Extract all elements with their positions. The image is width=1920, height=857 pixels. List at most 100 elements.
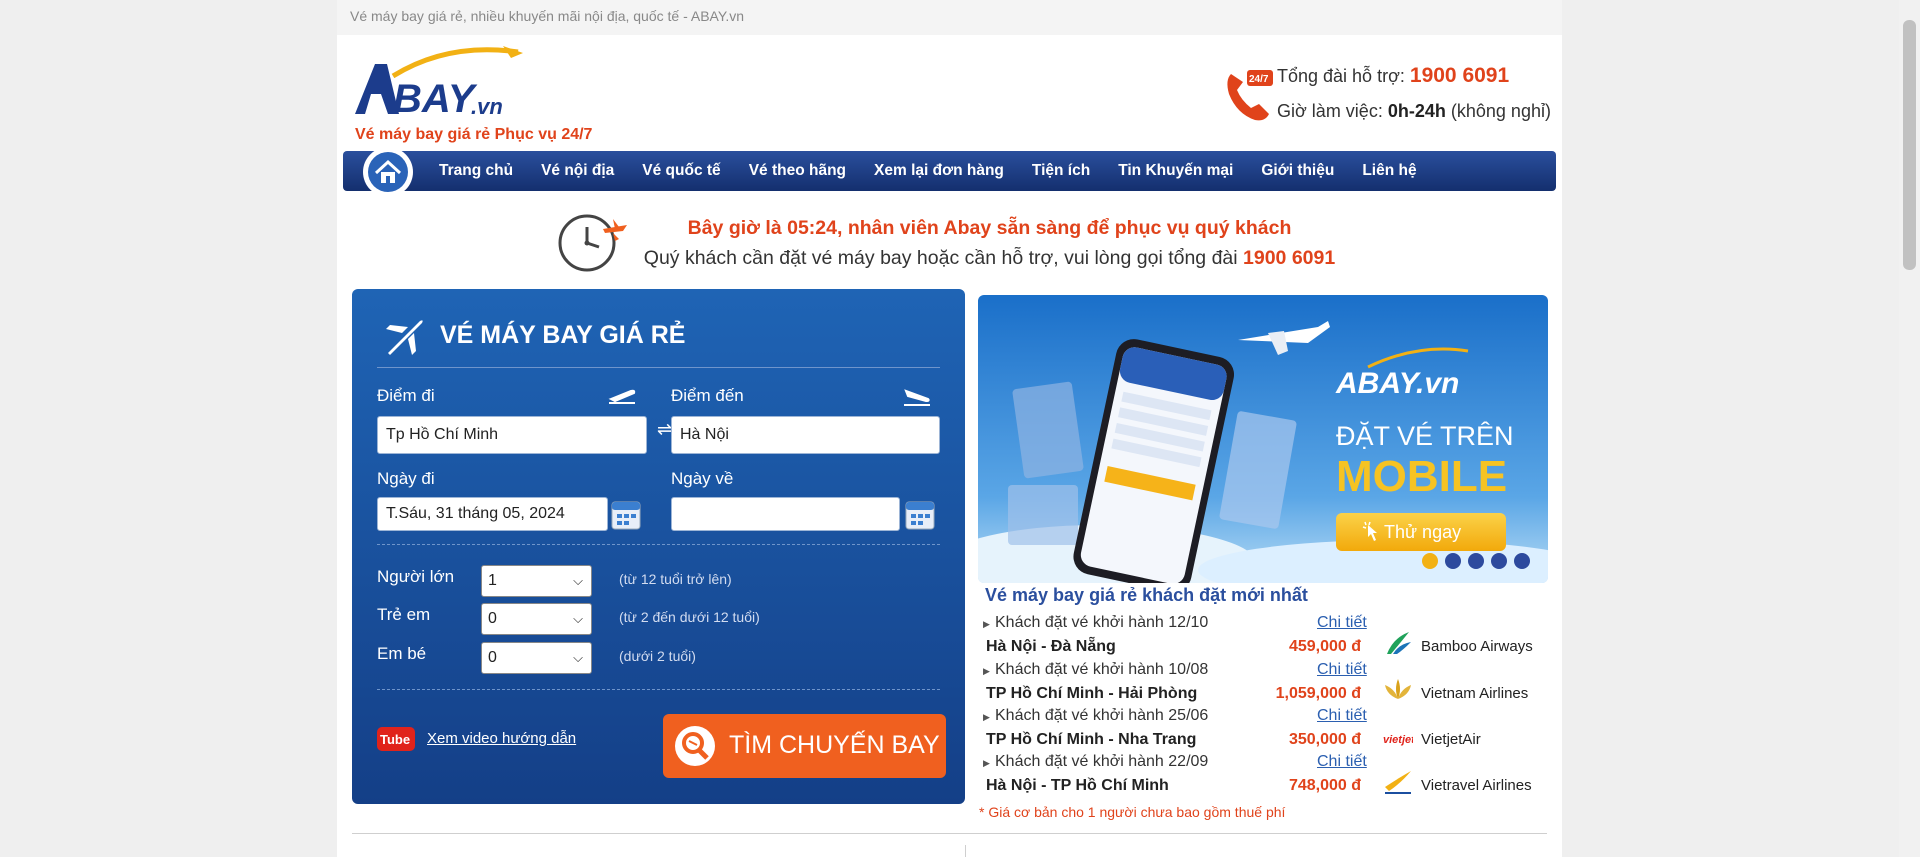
depart-date-input[interactable]: T.Sáu, 31 tháng 05, 2024 (377, 497, 608, 531)
search-icon (675, 726, 715, 766)
search-flights-button[interactable]: TÌM CHUYẾN BAY (663, 714, 946, 778)
infants-select[interactable]: 0 ⌵ (481, 642, 592, 674)
search-flights-label: TÌM CHUYẾN BAY (729, 731, 940, 759)
calendar-icon[interactable] (611, 498, 641, 530)
route[interactable]: TP Hồ Chí Minh - Nha Trang (986, 731, 1196, 749)
list-item: ▶ Khách đặt vé khởi hành 22/09 Chi tiết … (983, 753, 1562, 799)
children-label: Trẻ em (377, 605, 431, 624)
hotline-label: Tổng đài hỗ trợ: (1277, 66, 1405, 86)
hours-label: Giờ làm việc: (1277, 101, 1383, 121)
list-item: ▶ Khách đặt vé khởi hành 10/08 Chi tiết … (983, 661, 1562, 707)
vietravel-logo-icon (1385, 771, 1411, 794)
route[interactable]: Hà Nội - Đà Nẵng (986, 638, 1116, 656)
swap-icon[interactable]: ⇌ (657, 419, 672, 440)
airline-name: Vietravel Airlines (1421, 777, 1532, 794)
vietjet-logo-text: vietjet (1383, 734, 1413, 746)
landing-icon (904, 389, 930, 406)
detail-link[interactable]: Chi tiết (1317, 753, 1367, 771)
banner-brand: ABAY.vn (1336, 367, 1460, 400)
from-label: Điểm đi (377, 386, 435, 405)
children-select[interactable]: 0 ⌵ (481, 603, 592, 635)
page: Vé máy bay giá rẻ, nhiều khuyến mãi nội … (337, 0, 1562, 857)
video-guide-link[interactable]: Xem video hướng dẫn (427, 730, 576, 747)
abay-logo[interactable]: BAY .vn (353, 46, 528, 124)
hotline-badge: 24/7 (1249, 74, 1269, 85)
divider (377, 544, 940, 545)
to-label: Điểm đến (671, 386, 744, 405)
divider (377, 689, 940, 690)
top-bar: Vé máy bay giá rẻ, nhiều khuyến mãi nội … (337, 0, 1562, 35)
vietjet-logo-icon: vietjet (1383, 734, 1413, 746)
hotline[interactable]: Tổng đài hỗ trợ: 1900 6091 (1277, 64, 1509, 88)
nav-item-by-airline[interactable]: Vé theo hãng (749, 162, 846, 180)
divider (352, 833, 1547, 834)
nav-item-utilities[interactable]: Tiện ích (1032, 162, 1090, 180)
nav-item-promotions[interactable]: Tin Khuyến mại (1118, 162, 1233, 180)
infants-note: (dưới 2 tuổi) (619, 648, 696, 664)
hours-note: (không nghỉ) (1450, 101, 1551, 121)
list-item: ▶ Khách đặt vé khởi hành 12/10 Chi tiết … (983, 614, 1562, 660)
price: 1,059,000 đ (1275, 685, 1361, 702)
return-date-input[interactable] (671, 497, 900, 531)
slider-dot[interactable] (1491, 553, 1507, 569)
nav-item-contact[interactable]: Liên hệ (1362, 162, 1416, 180)
price: 350,000 đ (1288, 731, 1361, 748)
depart-date-label: Ngày đi (377, 469, 435, 488)
slider-dot[interactable] (1422, 553, 1438, 569)
bullet-icon: ▶ (983, 758, 990, 768)
home-button[interactable] (363, 147, 413, 197)
from-input[interactable]: Tp Hồ Chí Minh (377, 416, 647, 454)
svg-text:.vn: .vn (471, 94, 503, 119)
slider-dot[interactable] (1468, 553, 1484, 569)
nav-item-about[interactable]: Giới thiệu (1261, 162, 1334, 180)
chevron-down-icon: ⌵ (573, 573, 583, 588)
detail-link[interactable]: Chi tiết (1317, 661, 1367, 679)
divider (965, 845, 966, 857)
flight-search-panel: VÉ MÁY BAY GIÁ RẺ Điểm đi Điểm đến Tp Hồ… (352, 289, 965, 804)
adults-label: Người lớn (377, 567, 455, 586)
slider-dot[interactable] (1445, 553, 1461, 569)
adults-note: (từ 12 tuổi trở lên) (619, 571, 732, 587)
bullet-icon: ▶ (983, 712, 990, 722)
airline-name: VietjetAir (1421, 731, 1481, 748)
divider (377, 367, 940, 368)
nav-item-home[interactable]: Trang chủ (439, 162, 513, 180)
airline-name: Vietnam Airlines (1421, 685, 1529, 702)
price-footnote: * Giá cơ bản cho 1 người chưa bao gồm th… (979, 804, 1286, 820)
youtube-icon[interactable]: Tube (377, 727, 415, 751)
adults-select[interactable]: 1 ⌵ (481, 565, 592, 597)
youtube-badge: Tube (380, 732, 410, 747)
booking-date: Khách đặt vé khởi hành 22/09 (995, 753, 1209, 770)
scrollbar-thumb[interactable] (1903, 20, 1916, 270)
banner-line-2: MOBILE (1336, 452, 1508, 501)
calendar-icon[interactable] (905, 498, 935, 530)
nav-items: Trang chủ Vé nội địa Vé quốc tế Vé theo … (439, 151, 1445, 191)
takeoff-icon (608, 389, 636, 404)
main-nav: Trang chủ Vé nội địa Vé quốc tế Vé theo … (343, 147, 1556, 197)
notice-hotline-number[interactable]: 1900 6091 (1243, 247, 1335, 269)
phone-icon: 24/7 (1227, 70, 1273, 121)
working-hours: Giờ làm việc: 0h-24h (không nghỉ) (1277, 101, 1551, 122)
lotus-logo-icon (1385, 679, 1411, 699)
slogan: Vé máy bay giá rẻ Phục vụ 24/7 (355, 126, 593, 143)
scrollbar[interactable] (1899, 0, 1920, 857)
slider-dot[interactable] (1514, 553, 1530, 569)
logo-text: BAY (393, 77, 478, 121)
pointer-icon (1362, 521, 1377, 541)
booking-date: Khách đặt vé khởi hành 12/10 (995, 614, 1209, 631)
nav-item-order-lookup[interactable]: Xem lại đơn hàng (874, 162, 1004, 180)
detail-link[interactable]: Chi tiết (1317, 614, 1367, 632)
promo-banner[interactable]: ABAY.vn ĐẶT VÉ TRÊN MOBILE Thử ngay (978, 295, 1548, 583)
detail-link[interactable]: Chi tiết (1317, 707, 1367, 725)
hours-value: 0h-24h (1387, 101, 1446, 121)
booking-date: Khách đặt vé khởi hành 25/06 (995, 707, 1209, 724)
route[interactable]: TP Hồ Chí Minh - Hải Phòng (986, 685, 1197, 703)
hotline-number[interactable]: 1900 6091 (1410, 64, 1509, 87)
nav-item-domestic[interactable]: Vé nội địa (541, 162, 614, 180)
airline-name: Bamboo Airways (1421, 638, 1533, 655)
route[interactable]: Hà Nội - TP Hồ Chí Minh (986, 777, 1169, 795)
notice-line-2: Quý khách cần đặt vé máy bay hoặc cần hỗ… (337, 247, 1562, 270)
try-now-button[interactable]: Thử ngay (1336, 513, 1506, 551)
nav-item-international[interactable]: Vé quốc tế (642, 162, 720, 180)
to-input[interactable]: Hà Nội (671, 416, 940, 454)
